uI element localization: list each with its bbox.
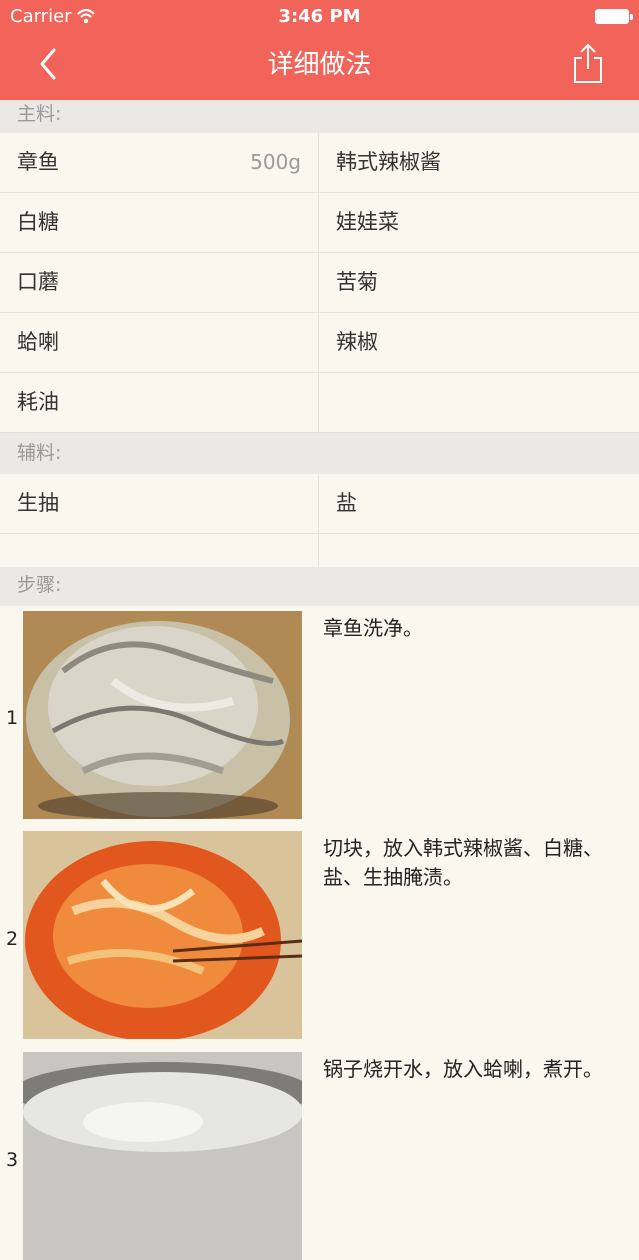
- ingredient-cell: 韩式辣椒酱: [319, 133, 639, 192]
- step-photo: [23, 611, 302, 819]
- status-time: 3:46 PM: [278, 6, 361, 27]
- ingredient-cell: 苦菊: [319, 253, 639, 312]
- share-icon[interactable]: [571, 42, 605, 84]
- battery-icon: [595, 9, 633, 24]
- ingredient-row: 章鱼 500g 韩式辣椒酱: [0, 133, 639, 193]
- ingredient-name: 白糖: [17, 210, 59, 234]
- ingredient-cell: 娃娃菜: [319, 193, 639, 252]
- ingredient-row: 蛤喇 辣椒: [0, 313, 639, 373]
- ingredient-row: [0, 534, 639, 567]
- ingredient-name: 苦菊: [336, 270, 378, 294]
- ingredient-name: 娃娃菜: [336, 210, 399, 234]
- step-item: 1 章鱼洗净。: [0, 606, 639, 819]
- ingredient-cell: 盐: [319, 474, 639, 533]
- step-item: 3 锅子烧开水，放入蛤喇，煮开。: [0, 1047, 639, 1260]
- step-photo: [23, 1052, 302, 1260]
- ingredient-cell: 耗油: [0, 373, 319, 432]
- step-number: 1: [6, 707, 19, 729]
- step-number: 2: [6, 928, 19, 950]
- step-photo: [23, 831, 302, 1039]
- ingredient-cell: [319, 534, 639, 567]
- ingredient-row: 白糖 娃娃菜: [0, 193, 639, 253]
- status-bar: Carrier 3:46 PM: [0, 0, 639, 34]
- section-header-main: 主料:: [0, 100, 639, 133]
- step-item: 2 切块，放入韩式辣椒酱、白糖、盐、生抽腌渍。: [0, 826, 639, 1039]
- ingredient-cell: [319, 373, 639, 432]
- section-header-aux: 辅料:: [0, 433, 639, 474]
- ingredient-name: 辣椒: [336, 330, 378, 354]
- ingredient-cell: 口蘑: [0, 253, 319, 312]
- ingredient-name: 章鱼: [17, 150, 59, 174]
- section-header-steps: 步骤:: [0, 567, 639, 606]
- navigation-bar: Carrier 3:46 PM 详细做法: [0, 0, 639, 100]
- ingredient-amount: 500g: [250, 150, 301, 174]
- main-ingredients-grid: 章鱼 500g 韩式辣椒酱 白糖 娃娃菜 口蘑 苦菊 蛤喇 辣椒 耗油: [0, 133, 639, 433]
- ingredient-row: 耗油: [0, 373, 639, 433]
- ingredient-name: 生抽: [17, 491, 59, 515]
- ingredient-name: 口蘑: [17, 270, 59, 294]
- ingredient-cell: 白糖: [0, 193, 319, 252]
- ingredient-name: 耗油: [17, 390, 59, 414]
- ingredient-row: 生抽 盐: [0, 474, 639, 534]
- ingredient-name: 盐: [336, 491, 357, 515]
- aux-ingredients-grid: 生抽 盐: [0, 474, 639, 567]
- ingredient-cell: [0, 534, 319, 567]
- ingredient-cell: 章鱼 500g: [0, 133, 319, 192]
- step-text: 锅子烧开水，放入蛤喇，煮开。: [323, 1057, 603, 1081]
- ingredient-name: 蛤喇: [17, 330, 59, 354]
- ingredient-name: 韩式辣椒酱: [336, 150, 441, 174]
- step-text: 章鱼洗净。: [323, 616, 423, 640]
- ingredient-cell: 生抽: [0, 474, 319, 533]
- page-title: 详细做法: [267, 50, 372, 80]
- ingredient-row: 口蘑 苦菊: [0, 253, 639, 313]
- ingredient-cell: 蛤喇: [0, 313, 319, 372]
- ingredient-cell: 辣椒: [319, 313, 639, 372]
- step-number: 3: [6, 1149, 19, 1171]
- step-text: 切块，放入韩式辣椒酱、白糖、盐、生抽腌渍。: [323, 836, 603, 889]
